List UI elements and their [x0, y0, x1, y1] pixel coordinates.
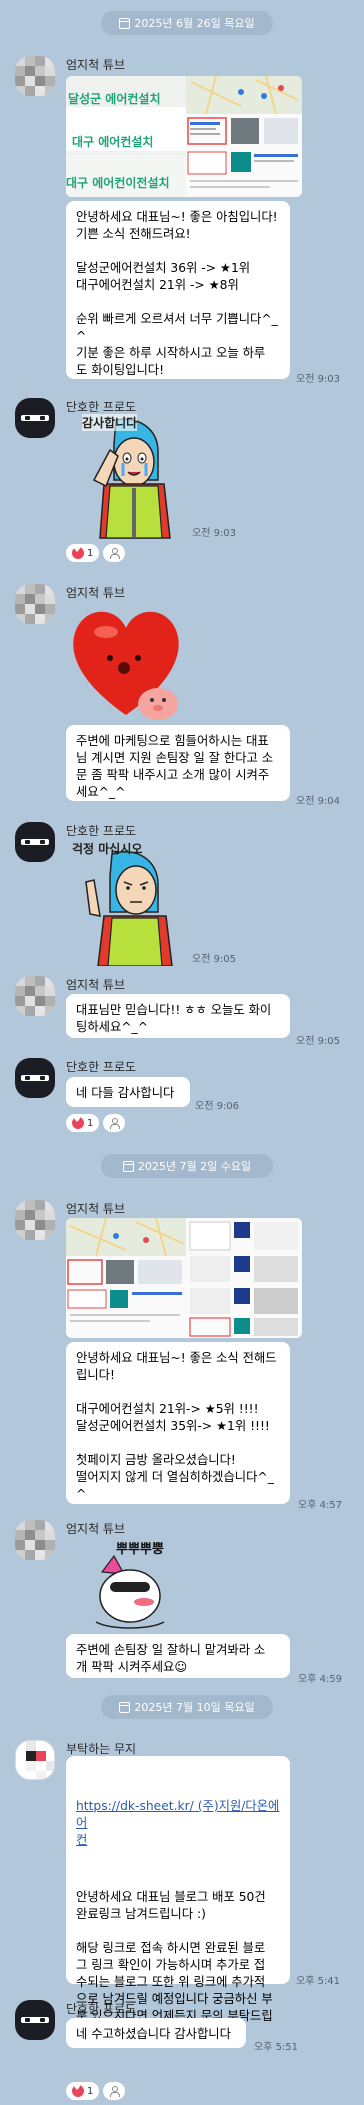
message-time: 오전 9:05	[192, 954, 237, 965]
date-divider: 2025년 7월 2일 수요일	[101, 1154, 273, 1178]
person-icon	[109, 547, 121, 559]
sender-name: 엄지척 튜브	[66, 1202, 126, 1216]
sender-name: 엄지척 튜브	[66, 586, 126, 600]
person-icon	[109, 1117, 121, 1129]
message-time: 오전 9:03	[296, 374, 341, 385]
message-time: 오전 9:04	[296, 796, 341, 807]
add-reaction-button[interactable]	[103, 544, 126, 562]
message-bubble[interactable]: 네 다들 감사합니다	[66, 1077, 190, 1107]
sender-name: 부탁하는 무지	[66, 1742, 137, 1756]
sender-name: 엄지척 튜브	[66, 58, 126, 72]
heart-icon	[72, 1115, 84, 1129]
sticker[interactable]: 걱정 마십시오	[66, 840, 192, 967]
link-text[interactable]: https://dk-sheet.kr/ (주)지원/다온에어 컨	[76, 1798, 280, 1849]
message-time: 오전 9:05	[296, 1036, 341, 1047]
message-time: 오후 5:51	[254, 2042, 299, 2053]
sender-name: 단호한 프로도	[66, 2002, 137, 2016]
heart-icon	[72, 2083, 84, 2097]
reaction-bar: 1	[66, 544, 126, 562]
sender-name: 단호한 프로도	[66, 824, 137, 838]
search-result-image[interactable]: 달성군 에어컨설치 대구 에어컨설치 대구 에어컨이전설치	[66, 76, 302, 197]
calendar-icon	[119, 17, 131, 29]
calendar-icon	[122, 1160, 134, 1172]
add-reaction-button[interactable]	[103, 1114, 126, 1132]
sender-name: 단호한 프로도	[66, 400, 137, 414]
sticker-caption: 걱정 마십시오	[72, 842, 143, 856]
heart-icon	[72, 545, 84, 559]
reaction-bar: 1	[66, 1114, 126, 1132]
sender-name: 단호한 프로도	[66, 1060, 137, 1074]
heart-sticker[interactable]	[66, 600, 196, 725]
keyword-label: 대구 에어컨이전설치	[66, 176, 170, 190]
avatar[interactable]	[15, 2000, 55, 2040]
message-time: 오후 5:41	[296, 1976, 341, 1987]
calendar-icon	[119, 1701, 131, 1713]
avatar[interactable]	[15, 56, 55, 96]
message-bubble[interactable]: 안녕하세요 대표님~! 좋은 소식 전해드 립니다! 대구에어컨설치 21위->…	[66, 1342, 290, 1504]
reaction-bar: 1	[66, 2082, 126, 2100]
avatar[interactable]	[15, 822, 55, 862]
message-bubble[interactable]: 주변에 마케팅으로 힘들어하시는 대표 님 계시면 지원 손팀장 일 잘 한다고…	[66, 725, 290, 801]
message-time: 오전 9:06	[195, 1101, 240, 1112]
heart-reaction[interactable]: 1	[66, 544, 100, 562]
sender-name: 엄지척 튜브	[66, 978, 126, 992]
message-bubble[interactable]: 네 수고하셨습니다 감사합니다	[66, 2018, 246, 2048]
date-divider: 2025년 7월 10일 목요일	[101, 1695, 273, 1719]
avatar[interactable]	[15, 1058, 55, 1098]
sticker[interactable]: 뿌뿌뿌뿡	[80, 1538, 200, 1634]
sender-name: 엄지척 튜브	[66, 1522, 126, 1536]
avatar[interactable]	[15, 1200, 55, 1240]
person-icon	[109, 2085, 121, 2097]
keyword-label: 달성군 에어컨설치	[68, 92, 161, 106]
sticker-caption: 감사합니다	[82, 414, 138, 431]
heart-reaction[interactable]: 1	[66, 2082, 100, 2100]
keyword-label: 대구 에어컨설치	[72, 135, 154, 149]
heart-reaction[interactable]: 1	[66, 1114, 100, 1132]
message-bubble[interactable]: https://dk-sheet.kr/ (주)지원/다온에어 컨 안녕하세요 …	[66, 1756, 290, 2040]
avatar[interactable]	[15, 398, 55, 438]
message-time: 오후 4:57	[298, 1500, 343, 1511]
message-time: 오후 4:59	[298, 1674, 343, 1685]
message-bubble[interactable]: 주변에 손팀장 일 잘하니 맡겨봐라 소 개 팍팍 시켜주세요☺	[66, 1634, 290, 1678]
avatar[interactable]	[15, 584, 55, 624]
message-bubble[interactable]: 대표님만 믿습니다!! ㅎㅎ 오늘도 화이 팅하세요^_^	[66, 994, 290, 1038]
date-divider: 2025년 6월 26일 목요일	[101, 11, 273, 35]
avatar[interactable]	[15, 1740, 55, 1780]
message-bubble[interactable]: 안녕하세요 대표님~! 좋은 아침입니다! 기쁜 소식 전해드려요! 달성군에어…	[66, 201, 290, 379]
avatar[interactable]	[15, 976, 55, 1016]
avatar[interactable]	[15, 1520, 55, 1560]
add-reaction-button[interactable]	[103, 2082, 126, 2100]
search-result-image[interactable]	[66, 1218, 302, 1338]
sticker[interactable]: 감사합니다	[66, 414, 192, 540]
sticker-caption: 뿌뿌뿌뿡	[116, 1542, 164, 1557]
message-time: 오전 9:03	[192, 528, 237, 539]
